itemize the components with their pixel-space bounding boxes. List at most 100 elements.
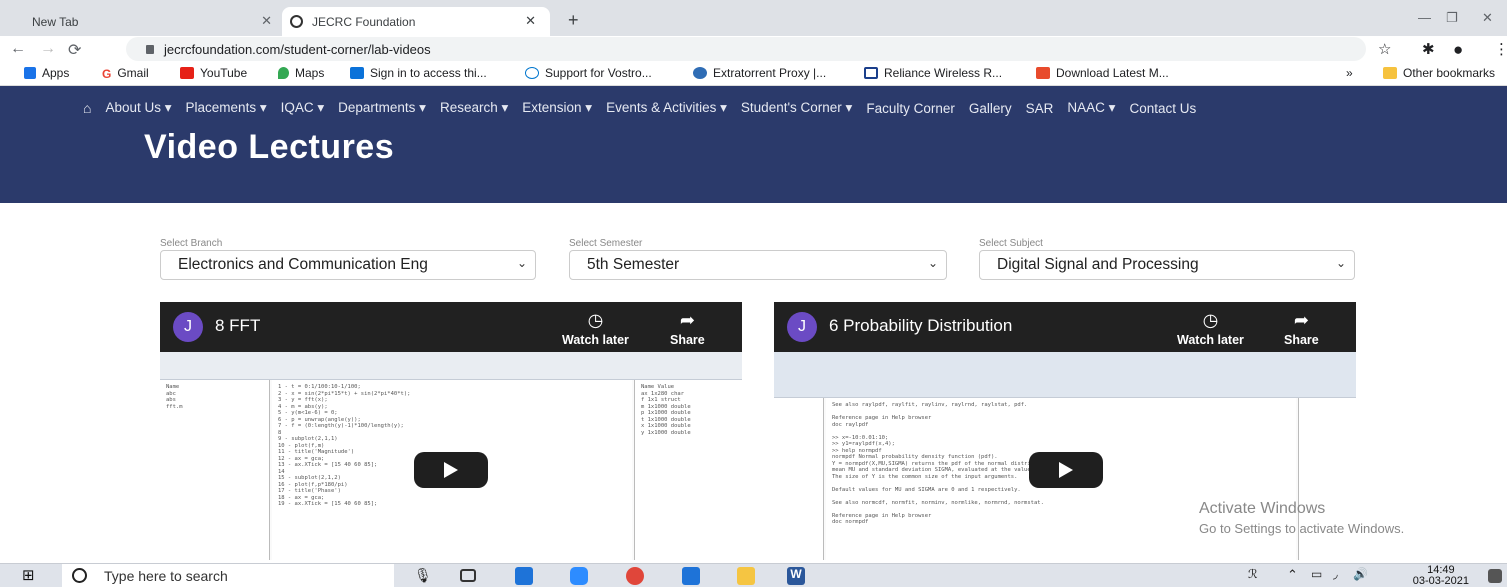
tab-new-tab[interactable]: New Tab ✕ [0, 7, 282, 36]
star-icon[interactable]: ☆ [1378, 40, 1391, 58]
subject-value: Digital Signal and Processing [997, 256, 1199, 273]
word-icon[interactable]: W [787, 567, 805, 585]
other-bookmarks[interactable]: Other bookmarks [1383, 66, 1495, 80]
menu-icon[interactable]: ⋮ [1494, 40, 1507, 58]
tab-title: JECRC Foundation [312, 14, 416, 29]
google-icon: G [102, 67, 112, 81]
volume-icon[interactable]: 🔊 [1353, 567, 1371, 585]
nav-naac[interactable]: NAAC ▾ [1067, 100, 1115, 116]
notifications-icon[interactable] [1488, 569, 1502, 583]
close-tab-icon[interactable]: ✕ [525, 13, 536, 29]
nav-departments[interactable]: Departments ▾ [338, 100, 426, 116]
windows-taskbar: ⊞ Type here to search 🎙 W ℛ ⌃ ▭ ◞ 🔊 14:4… [0, 563, 1507, 588]
profile-icon[interactable]: ● [1453, 40, 1463, 60]
site-favicon-icon [290, 15, 303, 28]
system-clock[interactable]: 14:49 03-03-2021 [1413, 565, 1469, 587]
video-header: J 6 Probability Distribution ◷ Watch lat… [774, 302, 1356, 352]
task-view-icon[interactable] [460, 569, 476, 582]
nav-sar[interactable]: SAR [1026, 101, 1054, 116]
activation-watermark-title: Activate Windows [1199, 500, 1326, 517]
nav-iqac[interactable]: IQAC ▾ [281, 100, 325, 116]
youtube-icon [180, 67, 194, 79]
extratorrent-icon [693, 67, 707, 79]
app-icon[interactable] [515, 567, 533, 585]
semester-label: Select Semester [569, 238, 643, 249]
play-button[interactable] [1029, 452, 1103, 488]
store-icon[interactable] [682, 567, 700, 585]
bookmark-apps[interactable]: Apps [24, 66, 69, 80]
bookmark-maps[interactable]: Maps [278, 66, 324, 80]
nav-students-corner[interactable]: Student's Corner ▾ [741, 100, 852, 116]
windows-start-icon[interactable]: ⊞ [22, 566, 40, 584]
tab-jecrc-foundation[interactable]: JECRC Foundation ✕ [282, 7, 550, 36]
watch-later-button[interactable]: ◷ Watch later [562, 310, 629, 347]
nav-extension[interactable]: Extension ▾ [522, 100, 592, 116]
back-icon[interactable]: ← [10, 40, 26, 58]
clock-date: 03-03-2021 [1412, 575, 1469, 587]
wifi-icon[interactable]: ◞ [1333, 567, 1351, 585]
nav-faculty-corner[interactable]: Faculty Corner [866, 101, 955, 116]
bookmarks-overflow-button[interactable]: » [1346, 66, 1353, 80]
folder-icon [1383, 67, 1397, 79]
close-tab-icon[interactable]: ✕ [261, 13, 272, 29]
chevron-down-icon: ⌄ [927, 256, 938, 270]
extensions-icon[interactable]: ✱ [1422, 40, 1435, 58]
minimize-icon[interactable]: — [1418, 10, 1431, 25]
show-hidden-icons-icon[interactable]: ⌃ [1287, 567, 1305, 585]
bookmark-support-vostro[interactable]: Support for Vostro... [525, 66, 652, 80]
video-header: J 8 FFT ◷ Watch later ➦ Share [160, 302, 742, 352]
microphone-icon[interactable]: 🎙 [414, 567, 432, 585]
video-title[interactable]: 6 Probability Distribution [829, 316, 1012, 336]
channel-avatar[interactable]: J [787, 312, 817, 342]
taskbar-search[interactable]: Type here to search [62, 564, 394, 588]
semester-value: 5th Semester [587, 256, 680, 273]
play-button[interactable] [414, 452, 488, 488]
cortana-icon [72, 568, 87, 583]
bookmark-reliance[interactable]: Reliance Wireless R... [864, 66, 1002, 80]
address-bar-row: ← → ⟳ jecrcfoundation.com/student-corner… [0, 36, 1507, 62]
share-button[interactable]: ➦ Share [670, 310, 705, 347]
bookmark-download[interactable]: Download Latest M... [1036, 66, 1169, 80]
share-arrow-icon: ➦ [679, 310, 695, 330]
site-s-icon [350, 67, 364, 79]
forward-icon[interactable]: → [40, 40, 56, 58]
nav-about-us[interactable]: About Us ▾ [105, 100, 171, 116]
video-player-1[interactable]: Name abc abs fft.m 1 - t = 0:1/100:10-1/100… [160, 302, 742, 560]
page-title: Video Lectures [144, 128, 395, 166]
nav-gallery[interactable]: Gallery [969, 101, 1012, 116]
branch-select[interactable]: Electronics and Communication Eng ⌄ [160, 250, 536, 280]
bookmark-sign-in[interactable]: Sign in to access thi... [350, 66, 487, 80]
bookmark-gmail[interactable]: G Gmail [102, 66, 149, 81]
branch-value: Electronics and Communication Eng [178, 256, 428, 273]
semester-select[interactable]: 5th Semester ⌄ [569, 250, 947, 280]
nav-placements[interactable]: Placements ▾ [186, 100, 267, 116]
new-tab-button[interactable]: + [568, 10, 579, 31]
bookmark-youtube[interactable]: YouTube [180, 66, 247, 80]
network-icon[interactable]: ▭ [1311, 567, 1329, 585]
close-window-icon[interactable]: ✕ [1482, 10, 1493, 26]
channel-avatar[interactable]: J [173, 312, 203, 342]
share-arrow-icon: ➦ [1293, 310, 1309, 330]
chrome-icon[interactable] [626, 567, 644, 585]
file-explorer-icon[interactable] [737, 567, 755, 585]
play-icon [1059, 462, 1073, 478]
tab-title: New Tab [32, 14, 79, 29]
nav-research[interactable]: Research ▾ [440, 100, 508, 116]
zoom-icon[interactable] [570, 567, 588, 585]
restore-icon[interactable]: ❐ [1446, 10, 1458, 26]
url-field[interactable]: jecrcfoundation.com/student-corner/lab-v… [126, 37, 1366, 61]
apps-grid-icon [24, 67, 36, 79]
reload-icon[interactable]: ⟳ [68, 40, 81, 60]
bookmark-extratorrent[interactable]: Extratorrent Proxy |... [693, 66, 826, 80]
watch-later-button[interactable]: ◷ Watch later [1177, 310, 1244, 347]
clock-icon: ◷ [1202, 310, 1219, 330]
share-button[interactable]: ➦ Share [1284, 310, 1319, 347]
nav-events-activities[interactable]: Events & Activities ▾ [606, 100, 727, 116]
home-icon[interactable]: ⌂ [83, 100, 91, 116]
subject-select[interactable]: Digital Signal and Processing ⌄ [979, 250, 1355, 280]
dell-icon [525, 67, 539, 79]
video-title[interactable]: 8 FFT [215, 316, 260, 336]
nav-contact-us[interactable]: Contact Us [1129, 101, 1196, 116]
chevron-down-icon: ⌄ [516, 256, 527, 270]
people-icon[interactable]: ℛ [1248, 567, 1266, 585]
